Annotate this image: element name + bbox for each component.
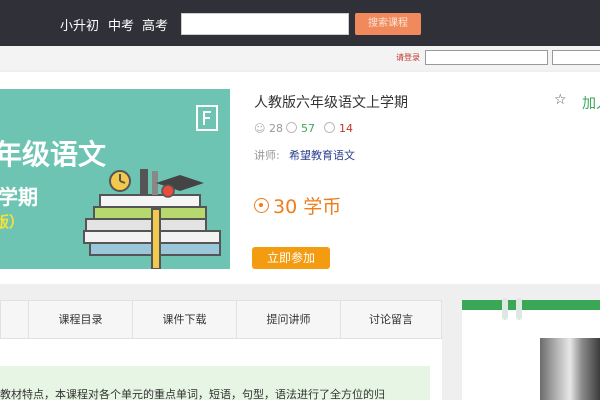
binder-clip-icon (502, 298, 508, 320)
login-link[interactable]: 请登录 (396, 52, 420, 63)
binder-clip-icon (516, 298, 522, 320)
course-description: 教材特点，本课程对各个单元的重点单词，短语，句型，语法进行了全方位的归 (0, 388, 385, 400)
student-count: ☺ 28 (254, 122, 283, 135)
ad-photo (540, 338, 600, 400)
view-count: 57 (286, 122, 315, 135)
user-icon: ☺ (254, 122, 266, 135)
course-price: 30 学币 (254, 192, 341, 219)
tab-ask-teacher[interactable]: 提问讲师 (236, 301, 340, 338)
course-title: 人教版六年级语文上学期 (254, 95, 408, 111)
tab-catalog[interactable]: 课程目录 (28, 301, 132, 338)
course-tabs: 课程目录 课件下载 提问讲师 讨论留言 (0, 300, 442, 339)
join-course-link[interactable]: 加入 (582, 93, 600, 113)
cover-title-line3: 版） (0, 213, 25, 231)
search-input[interactable] (181, 13, 349, 35)
brand-logo-icon (196, 105, 218, 131)
cover-title-line1: 年级语文 (0, 138, 107, 171)
nav-link-xiaoshengchu[interactable]: 小升初 (60, 15, 99, 34)
password-field[interactable] (552, 50, 600, 65)
login-bar: 请登录 (0, 46, 600, 70)
username-field[interactable] (425, 50, 548, 65)
teacher-name-link[interactable]: 希望教育语文 (289, 147, 355, 163)
top-navigation: 小升初 中考 高考 搜索课程 (0, 0, 600, 46)
nav-link-gaokao[interactable]: 高考 (142, 15, 168, 34)
enroll-button[interactable]: 立即参加 (252, 247, 330, 269)
nav-link-zhongkao[interactable]: 中考 (108, 15, 134, 34)
course-cover-image[interactable]: 年级语文 学期 版） (0, 89, 230, 269)
cover-title-line2: 学期 (0, 185, 38, 209)
side-advertisement[interactable] (462, 298, 600, 400)
comment-icon (324, 122, 335, 133)
tab-discussion[interactable]: 讨论留言 (340, 301, 441, 338)
tab-intro[interactable] (1, 301, 28, 338)
star-favorite-icon[interactable]: ☆ (554, 92, 567, 108)
teacher-label: 讲师: (254, 149, 280, 162)
coin-icon (254, 198, 269, 213)
tab-downloads[interactable]: 课件下载 (132, 301, 236, 338)
comment-count: 14 (324, 122, 353, 135)
view-icon (286, 122, 297, 133)
books-illustration-icon (83, 169, 221, 269)
course-card: 年级语文 学期 版） 人教版六年级语文上学期 ☆ 加入 (0, 72, 600, 284)
ad-header-bar (462, 300, 600, 310)
search-button[interactable]: 搜索课程 (355, 13, 421, 35)
